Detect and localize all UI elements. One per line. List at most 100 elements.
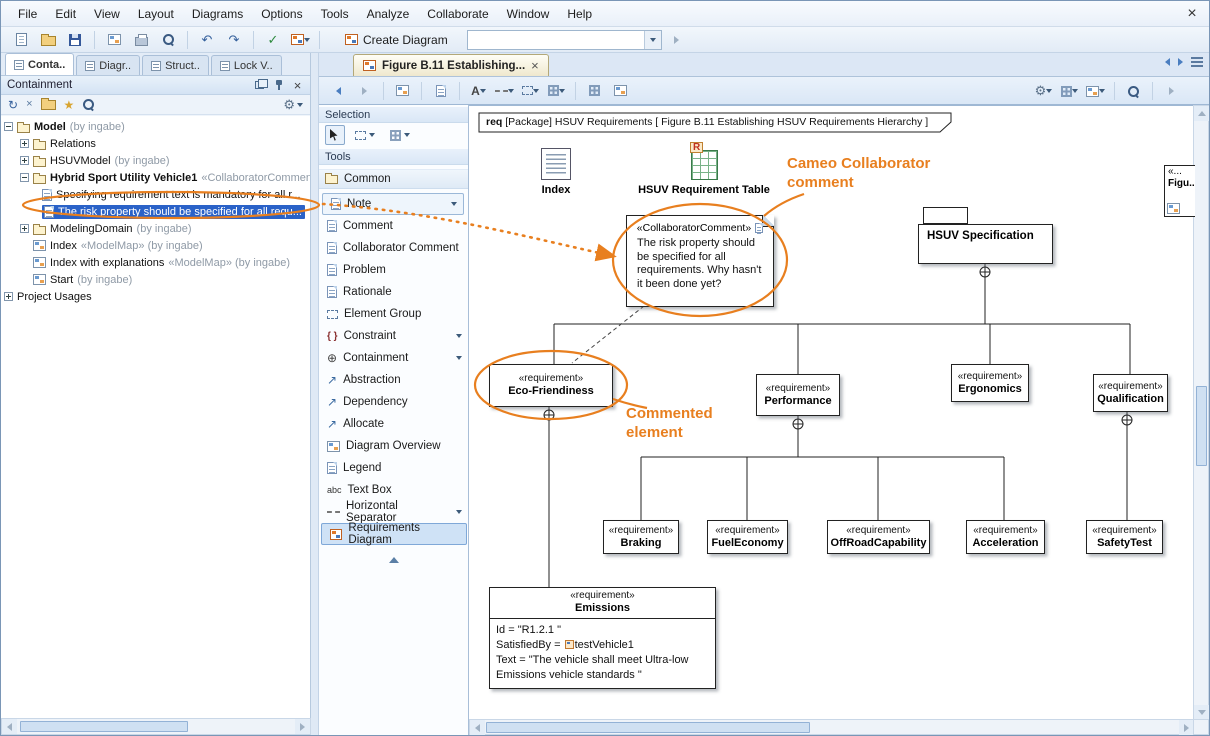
tree-item-hybrid-suv[interactable]: Hybrid Sport Utility Vehicle1 «Collabora… — [1, 169, 310, 186]
previous-tab-button[interactable] — [1165, 58, 1170, 66]
tab-containment[interactable]: Conta.. — [5, 53, 74, 75]
menu-diagrams[interactable]: Diagrams — [183, 1, 252, 27]
requirement-box-safetytest[interactable]: «requirement» SafetyTest — [1086, 520, 1163, 554]
font-button[interactable]: A — [467, 80, 490, 102]
sticky-tool-button[interactable] — [385, 125, 415, 145]
hsuv-specification-tab[interactable] — [923, 207, 968, 224]
collapse-all-button[interactable]: ↻ — [8, 99, 18, 111]
redo-button[interactable]: ↷ — [222, 29, 246, 51]
hsuv-specification-box[interactable]: HSUV Specification — [918, 224, 1053, 264]
pin-panel-button[interactable] — [272, 79, 285, 92]
cursor-tool-button[interactable] — [325, 125, 345, 145]
palette-scroll-up-button[interactable] — [319, 557, 468, 563]
tree-item-comment-1[interactable]: Specifying requirement text is mandatory… — [1, 186, 310, 203]
display-options-button[interactable] — [1032, 80, 1055, 102]
tool-legend[interactable]: Legend — [319, 457, 468, 479]
edit-compartments-button[interactable] — [429, 80, 452, 102]
run-simulation-button[interactable] — [1160, 80, 1183, 102]
scroll-right-button[interactable] — [295, 719, 310, 734]
menu-view[interactable]: View — [85, 1, 129, 27]
panel-settings-button[interactable] — [283, 98, 303, 111]
combo-dropdown-button[interactable] — [644, 31, 661, 49]
menu-collaborate[interactable]: Collaborate — [418, 1, 497, 27]
next-tab-button[interactable] — [1178, 58, 1183, 66]
menu-window[interactable]: Window — [498, 1, 559, 27]
unlink-button[interactable]: × — [26, 99, 32, 110]
expander-icon[interactable] — [4, 292, 13, 301]
expander-icon[interactable] — [20, 173, 29, 182]
search-combo-input[interactable] — [470, 32, 640, 48]
back-button[interactable] — [327, 80, 350, 102]
requirement-box-performance[interactable]: «requirement» Performance — [756, 374, 840, 416]
shape-style-button[interactable] — [519, 80, 542, 102]
tab-diagrams[interactable]: Diagr.. — [76, 55, 140, 75]
tools-section-header[interactable]: Tools — [319, 149, 468, 165]
open-project-button[interactable] — [36, 29, 60, 51]
expander-icon[interactable] — [20, 139, 29, 148]
undo-button[interactable]: ↶ — [195, 29, 219, 51]
menu-tools[interactable]: Tools — [312, 1, 358, 27]
favorites-button[interactable] — [64, 99, 75, 111]
tree-item-start[interactable]: Start (by ingabe) — [1, 271, 310, 288]
layers-button[interactable] — [609, 80, 632, 102]
tool-constraint[interactable]: Constraint — [319, 325, 468, 347]
expander-icon[interactable] — [4, 122, 13, 131]
vertical-splitter[interactable] — [311, 53, 319, 735]
palette-group-common[interactable]: Common — [319, 169, 468, 189]
vscroll-thumb[interactable] — [1196, 386, 1207, 466]
close-tab-icon[interactable] — [531, 58, 539, 73]
hscroll-thumb[interactable] — [486, 722, 810, 733]
tool-element-group[interactable]: Element Group — [319, 303, 468, 325]
tool-allocate[interactable]: Allocate — [319, 413, 468, 435]
scroll-right-button[interactable] — [1179, 720, 1194, 735]
tree-item-index-explanations[interactable]: Index with explanations «ModelMap» (by i… — [1, 254, 310, 271]
scroll-left-button[interactable] — [2, 719, 17, 734]
tree-item-comment-2-selected[interactable]: The risk property should be specified fo… — [1, 203, 310, 220]
requirement-box-qualification[interactable]: «requirement» Qualification — [1093, 374, 1168, 412]
expander-icon[interactable] — [20, 224, 29, 233]
float-panel-button[interactable] — [253, 79, 266, 92]
tool-note[interactable]: Note — [322, 193, 464, 215]
scroll-up-button[interactable] — [1194, 106, 1209, 121]
table-dropdown-button[interactable] — [1084, 80, 1107, 102]
tree-item-hsuvmodel[interactable]: HSUVModel (by ingabe) — [1, 152, 310, 169]
grid-button[interactable] — [583, 80, 606, 102]
search-tree-button[interactable] — [82, 98, 95, 111]
collaborator-comment-note[interactable]: «CollaboratorComment» The risk property … — [626, 215, 774, 307]
tree-item-index[interactable]: Index «ModelMap» (by ingabe) — [1, 237, 310, 254]
tab-structure[interactable]: Struct.. — [142, 55, 209, 75]
run-button[interactable] — [665, 29, 689, 51]
close-panel-button[interactable] — [291, 79, 304, 92]
search-combo[interactable] — [467, 30, 662, 50]
menu-options[interactable]: Options — [252, 1, 311, 27]
tool-diagram-overview[interactable]: Diagram Overview — [319, 435, 468, 457]
print-button[interactable] — [129, 29, 153, 51]
tool-comment[interactable]: Comment — [319, 215, 468, 237]
validate-button[interactable]: ✓ — [261, 29, 285, 51]
tool-containment[interactable]: Containment — [319, 347, 468, 369]
tab-lock-view[interactable]: Lock V.. — [211, 55, 282, 75]
forward-button[interactable] — [353, 80, 376, 102]
open-in-new-button[interactable] — [41, 100, 56, 110]
create-diagram-button[interactable]: Create Diagram — [337, 29, 456, 51]
new-project-button[interactable] — [9, 29, 33, 51]
requirement-box-eco-friendiness[interactable]: «requirement» Eco-Friendiness — [489, 364, 613, 407]
tool-horizontal-separator[interactable]: Horizontal Separator — [319, 501, 468, 523]
legend-dropdown-button[interactable] — [1058, 80, 1081, 102]
tab-list-button[interactable] — [1191, 57, 1203, 67]
selection-section-header[interactable]: Selection — [319, 107, 468, 123]
tree-item-modelingdomain[interactable]: ModelingDomain (by ingabe) — [1, 220, 310, 237]
partial-element[interactable]: «... Figu... — [1164, 165, 1195, 217]
tree-item-project-usages[interactable]: Project Usages — [1, 288, 310, 305]
print-preview-button[interactable] — [156, 29, 180, 51]
tool-collaborator-comment[interactable]: Collaborator Comment — [319, 237, 468, 259]
menu-layout[interactable]: Layout — [129, 1, 183, 27]
canvas-hscrollbar[interactable] — [469, 719, 1195, 735]
chevron-down-icon[interactable] — [451, 202, 457, 206]
add-diagram-button[interactable] — [102, 29, 126, 51]
requirement-box-acceleration[interactable]: «requirement» Acceleration — [966, 520, 1045, 554]
chevron-down-icon[interactable] — [456, 356, 462, 360]
selected-tree-item[interactable]: The risk property should be specified fo… — [42, 205, 305, 219]
menu-help[interactable]: Help — [558, 1, 601, 27]
requirement-box-fueleconomy[interactable]: «requirement» FuelEconomy — [707, 520, 788, 554]
